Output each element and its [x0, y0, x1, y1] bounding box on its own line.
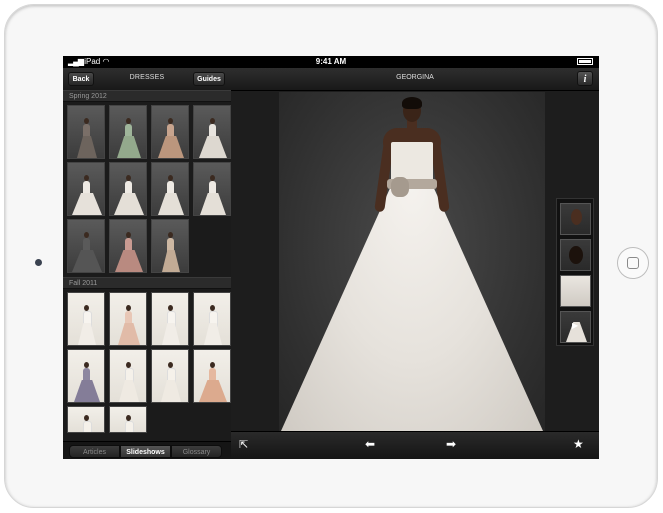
detail-thumbnail[interactable] — [560, 275, 591, 307]
status-bar: ▂▄▆ iPad ◠ 9:41 AM — [63, 56, 599, 68]
dress-thumbnail[interactable] — [151, 349, 189, 403]
dress-thumbnail[interactable] — [151, 105, 189, 159]
share-icon[interactable]: ⇱ — [239, 438, 248, 451]
arrow-left-icon[interactable]: ⬅ — [365, 437, 375, 451]
dress-thumbnail[interactable] — [109, 162, 147, 216]
dress-thumbnail[interactable] — [193, 349, 231, 403]
dress-thumbnail[interactable] — [193, 292, 231, 346]
section-header: Fall 2011 — [63, 277, 231, 289]
dress-thumbnail[interactable] — [151, 219, 189, 273]
left-nav-bar: Back DRESSES Guides — [63, 68, 231, 91]
dress-thumbnail[interactable] — [193, 105, 231, 159]
tab-glossary[interactable]: Glossary — [171, 445, 222, 458]
detail-thumbnail-strip: ▶ — [556, 198, 594, 346]
dress-thumbnail[interactable] — [67, 162, 105, 216]
camera-dot — [35, 259, 42, 266]
app-screen: ▂▄▆ iPad ◠ 9:41 AM Back DRESSES Guides S… — [63, 56, 599, 459]
bottom-segmented-control: Articles Slideshows Glossary — [63, 441, 231, 459]
section-header: Spring 2012 — [63, 90, 231, 102]
star-icon[interactable]: ★ — [573, 437, 584, 451]
detail-panel: GEORGINA i ▶ ⇱ ⬅ ➡ ★ — [231, 68, 599, 459]
dress-thumbnail[interactable] — [67, 406, 105, 433]
right-nav-bar: GEORGINA i — [231, 68, 599, 91]
dress-thumbnail[interactable] — [67, 105, 105, 159]
battery-icon — [577, 58, 593, 65]
arrow-right-icon[interactable]: ➡ — [446, 437, 456, 451]
dress-title: GEORGINA — [396, 74, 434, 81]
status-time: 9:41 AM — [315, 57, 347, 66]
dress-thumbnail[interactable] — [109, 406, 147, 433]
dress-thumbnail[interactable] — [109, 349, 147, 403]
detail-thumbnail[interactable] — [560, 203, 591, 235]
dress-thumbnail[interactable] — [193, 162, 231, 216]
dress-list-panel: Back DRESSES Guides Spring 2012 Fall 201… — [63, 68, 231, 459]
dress-thumbnail[interactable] — [151, 292, 189, 346]
info-icon[interactable]: i — [577, 71, 593, 86]
dress-thumbnail[interactable] — [109, 219, 147, 273]
guides-button[interactable]: Guides — [193, 72, 225, 86]
dress-thumbnail[interactable] — [109, 292, 147, 346]
dress-thumbnail[interactable] — [109, 105, 147, 159]
dress-thumbnail[interactable] — [67, 219, 105, 273]
play-icon: ▶ — [572, 321, 579, 330]
tab-slideshows[interactable]: Slideshows — [120, 445, 171, 458]
dress-photo[interactable] — [279, 92, 545, 431]
dress-thumbnail[interactable] — [67, 349, 105, 403]
detail-thumbnail[interactable] — [560, 239, 591, 271]
dress-thumbnail[interactable] — [67, 292, 105, 346]
tab-articles[interactable]: Articles — [69, 445, 120, 458]
home-button[interactable] — [617, 247, 649, 279]
dress-thumbnail[interactable] — [151, 162, 189, 216]
bottom-toolbar: ⇱ ⬅ ➡ ★ — [231, 431, 599, 459]
detail-thumbnail[interactable]: ▶ — [560, 311, 591, 343]
